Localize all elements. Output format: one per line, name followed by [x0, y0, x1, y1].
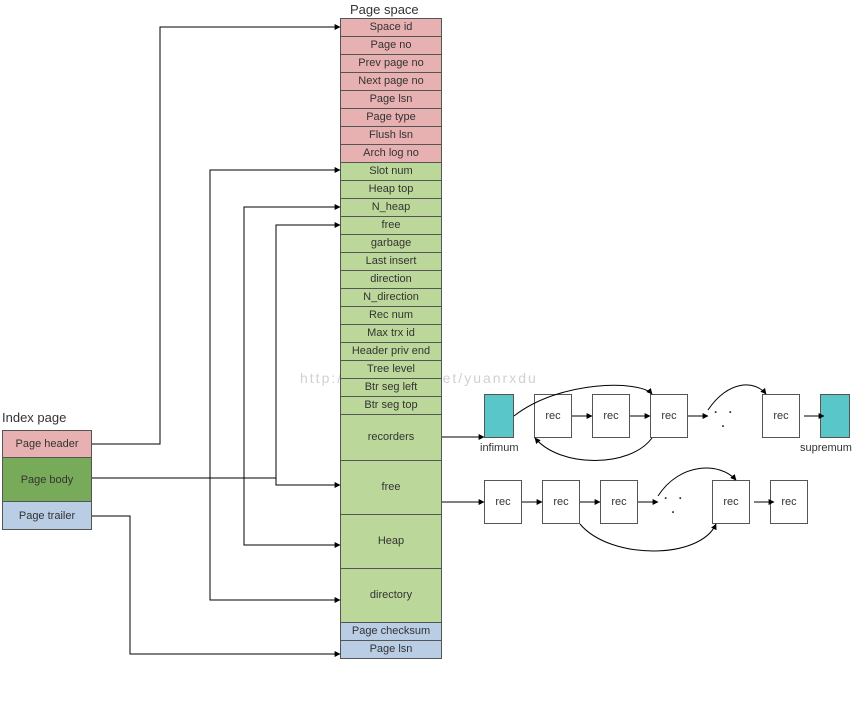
ps-trailer-cell: Page checksum	[340, 623, 442, 641]
dots-label: . . .	[658, 488, 692, 516]
free-row: rec rec rec . . . rec rec	[484, 480, 808, 524]
index-page-trailer-cell: Page trailer	[2, 502, 92, 530]
index-page-header-cell: Page header	[2, 430, 92, 458]
rec-box: rec	[712, 480, 750, 524]
rec-box: rec	[770, 480, 808, 524]
rec-box: rec	[534, 394, 572, 438]
supremum-label: supremum	[800, 442, 852, 454]
ps-body-meta-cell: Tree level	[340, 361, 442, 379]
rec-box: rec	[592, 394, 630, 438]
rec-box: rec	[762, 394, 800, 438]
ps-body-meta-cell: Btr seg top	[340, 397, 442, 415]
index-page-title: Index page	[2, 410, 66, 425]
ps-body-meta-cell: N_heap	[340, 199, 442, 217]
ps-trailer-cell: Page lsn	[340, 641, 442, 659]
recorders-row: rec rec rec . . . rec	[484, 394, 850, 438]
rec-box: rec	[600, 480, 638, 524]
ps-body-meta-cell: garbage	[340, 235, 442, 253]
ps-body-meta-cell: Rec num	[340, 307, 442, 325]
ps-body-block: directory	[340, 569, 442, 623]
ps-body-block: free	[340, 461, 442, 515]
ps-header-cell: Flush lsn	[340, 127, 442, 145]
ps-body-meta-cell: Last insert	[340, 253, 442, 271]
ps-header-cell: Page type	[340, 109, 442, 127]
page-space-column: Space id Page no Prev page no Next page …	[340, 18, 442, 659]
ps-body-meta-cell: N_direction	[340, 289, 442, 307]
ps-body-meta-cell: Heap top	[340, 181, 442, 199]
ps-body-block: Heap	[340, 515, 442, 569]
rec-box: rec	[542, 480, 580, 524]
dots-label: . . .	[708, 402, 742, 430]
ps-body-meta-cell: direction	[340, 271, 442, 289]
ps-header-cell: Prev page no	[340, 55, 442, 73]
ps-header-cell: Page lsn	[340, 91, 442, 109]
ps-header-cell: Arch log no	[340, 145, 442, 163]
supremum-box	[820, 394, 850, 438]
infimum-label: infimum	[480, 442, 519, 454]
rec-box: rec	[484, 480, 522, 524]
ps-body-meta-cell: free	[340, 217, 442, 235]
ps-body-meta-cell: Max trx id	[340, 325, 442, 343]
ps-body-meta-cell: Slot num	[340, 163, 442, 181]
ps-header-cell: Space id	[340, 19, 442, 37]
index-page-column: Page header Page body Page trailer	[2, 430, 92, 530]
ps-body-block: recorders	[340, 415, 442, 461]
index-page-body-cell: Page body	[2, 458, 92, 502]
page-space-title: Page space	[350, 2, 419, 17]
rec-box: rec	[650, 394, 688, 438]
ps-header-cell: Next page no	[340, 73, 442, 91]
ps-body-meta-cell: Btr seg left	[340, 379, 442, 397]
infimum-box	[484, 394, 514, 438]
ps-header-cell: Page no	[340, 37, 442, 55]
ps-body-meta-cell: Header priv end	[340, 343, 442, 361]
